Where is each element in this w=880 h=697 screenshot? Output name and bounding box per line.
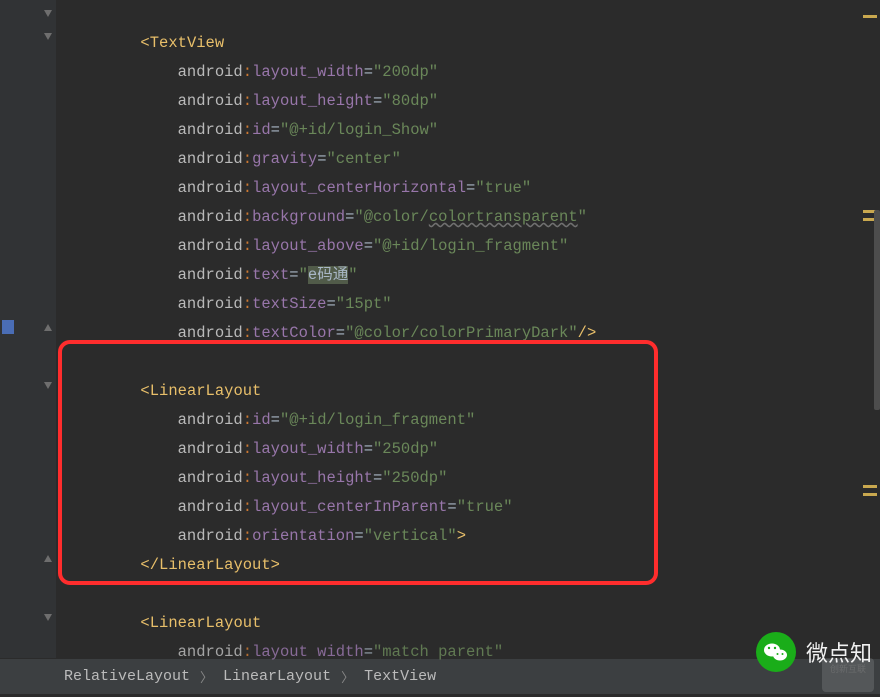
code-line[interactable]: android:text="e码通"	[56, 261, 880, 290]
gutter	[0, 0, 56, 658]
eq: =	[364, 63, 373, 81]
fold-icon[interactable]	[42, 322, 54, 334]
code-line[interactable]: android:layout_centerInParent="true"	[56, 493, 880, 522]
code-line[interactable]: android:id="@+id/login_fragment"	[56, 406, 880, 435]
editor-area: <TextView android:layout_width="200dp" a…	[0, 0, 880, 658]
tag-open: <	[140, 34, 149, 52]
colon: :	[243, 63, 252, 81]
code-line[interactable]	[56, 348, 880, 377]
corner-logo: 创新互联	[822, 658, 874, 692]
code-line[interactable]: android:layout width="match parent"	[56, 638, 880, 667]
attr: layout_width	[252, 63, 364, 81]
fold-icon[interactable]	[42, 612, 54, 624]
code-line[interactable]: android:gravity="center"	[56, 145, 880, 174]
chevron-right-icon: 〉	[337, 667, 358, 686]
svg-text:创新互联: 创新互联	[830, 663, 866, 674]
code-line[interactable]: </LinearLayout>	[56, 551, 880, 580]
code-pane[interactable]: <TextView android:layout_width="200dp" a…	[56, 0, 880, 658]
code-line[interactable]: android:layout_height="80dp"	[56, 87, 880, 116]
warning-mark[interactable]	[863, 493, 877, 496]
code-line[interactable]: <TextView	[56, 29, 880, 58]
code-line[interactable]: android:layout_width="250dp"	[56, 435, 880, 464]
marker-bar[interactable]	[860, 0, 880, 658]
chevron-right-icon: 〉	[196, 667, 217, 686]
code-line[interactable]	[56, 580, 880, 609]
code-line[interactable]: android:orientation="vertical">	[56, 522, 880, 551]
code-line[interactable]: android:layout_width="200dp"	[56, 58, 880, 87]
breadcrumb-item[interactable]: RelativeLayout	[58, 668, 196, 685]
code-line[interactable]: android:layout_height="250dp"	[56, 464, 880, 493]
breadcrumb-item[interactable]: TextView	[358, 668, 442, 685]
code-line[interactable]: <LinearLayout	[56, 609, 880, 638]
val: "200dp"	[373, 63, 438, 81]
code-line[interactable]: android:id="@+id/login_Show"	[56, 116, 880, 145]
code-line[interactable]	[56, 0, 880, 29]
scrollbar-thumb[interactable]	[874, 210, 880, 410]
tag-name: TextView	[150, 34, 224, 52]
code-line[interactable]: android:textSize="15pt"	[56, 290, 880, 319]
breakpoint-marker[interactable]	[2, 320, 14, 334]
fold-icon[interactable]	[42, 380, 54, 392]
code-line[interactable]: android:background="@color/colortranspar…	[56, 203, 880, 232]
breadcrumb-item[interactable]: LinearLayout	[217, 668, 337, 685]
code-line[interactable]: <LinearLayout	[56, 377, 880, 406]
ns: android	[178, 63, 243, 81]
fold-icon[interactable]	[42, 31, 54, 43]
fold-icon[interactable]	[42, 8, 54, 20]
warning-mark[interactable]	[863, 15, 877, 18]
code-line[interactable]: android:layout_centerHorizontal="true"	[56, 174, 880, 203]
code-line[interactable]: android:textColor="@color/colorPrimaryDa…	[56, 319, 880, 348]
fold-icon[interactable]	[42, 553, 54, 565]
warning-mark[interactable]	[863, 485, 877, 488]
code-line[interactable]: android:layout_above="@+id/login_fragmen…	[56, 232, 880, 261]
